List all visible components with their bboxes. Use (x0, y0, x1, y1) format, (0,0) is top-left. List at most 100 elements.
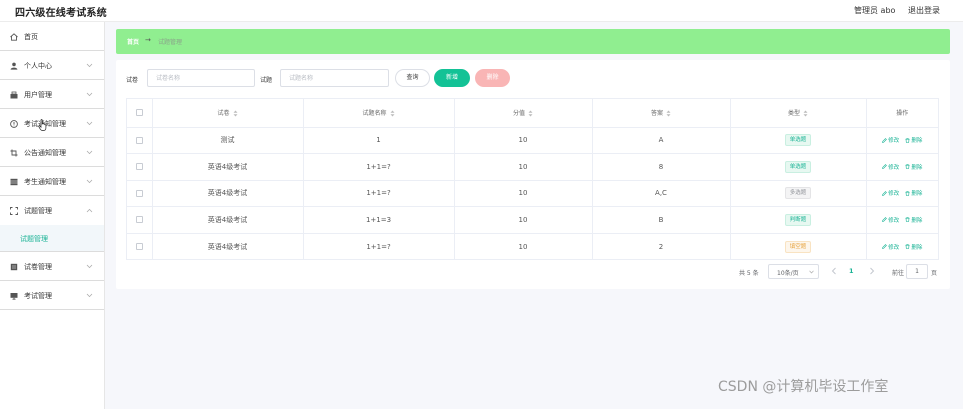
row-checkbox[interactable] (135, 243, 143, 250)
cell-actions: 修改 删除 (866, 153, 938, 181)
edit-button[interactable]: 修改 (882, 216, 899, 224)
question-table: 试卷 试题名称 分值 答案 类型 操作 测试 1 10 A 单选题 修改 删除 … (126, 98, 939, 260)
sidebar-item-label: 首页 (24, 33, 38, 41)
sidebar-item-label: 考生通知管理 (24, 178, 66, 186)
submenu-item-question-management[interactable]: 试题管理 (0, 225, 104, 252)
prev-page-button[interactable] (831, 267, 837, 275)
chevron-down-icon (86, 92, 93, 97)
cell-type: 单选题 (730, 127, 867, 154)
edit-button[interactable]: 修改 (882, 243, 899, 251)
trash-icon (905, 137, 910, 143)
add-button[interactable]: 新增 (434, 69, 470, 87)
cell-question: 1+1=? (303, 233, 455, 260)
select-all-checkbox[interactable] (135, 109, 143, 117)
sidebar-item-candidate-notice[interactable]: 考生通知管理 (0, 167, 104, 196)
column-header-type[interactable]: 类型 (730, 99, 867, 128)
goto-page-input[interactable] (906, 264, 928, 279)
cell-score: 10 (454, 153, 593, 181)
cell-type: 填空题 (730, 233, 867, 260)
app-title: 四六级在线考试系统 (15, 8, 107, 19)
type-badge: 多选题 (784, 187, 812, 200)
edit-button[interactable]: 修改 (882, 163, 899, 171)
cell-paper: 英语4级考试 (152, 206, 304, 234)
page-size-value: 10条/页 (777, 270, 799, 277)
next-page-button[interactable] (869, 267, 875, 275)
sidebar-item-question-management[interactable]: 试题管理 (0, 196, 104, 225)
chevron-down-icon (86, 179, 93, 184)
batch-delete-button[interactable]: 删除 (475, 69, 510, 87)
sort-icon[interactable] (666, 110, 671, 117)
sort-icon[interactable] (528, 110, 533, 117)
cell-actions: 修改 删除 (866, 206, 938, 234)
query-button[interactable]: 查询 (395, 69, 430, 87)
watermark: CSDN @计算机毕设工作室 (718, 379, 889, 395)
edit-icon (882, 137, 887, 143)
type-badge: 单选题 (784, 134, 812, 147)
column-header-answer[interactable]: 答案 (592, 99, 731, 128)
sidebar-item-profile[interactable]: 个人中心 (0, 51, 104, 80)
sidebar-item-exam-notice[interactable]: 考试通知管理 (0, 109, 104, 138)
info-icon (10, 120, 18, 128)
paper-search-input[interactable] (147, 69, 255, 87)
users-icon (10, 91, 18, 99)
sidebar-item-label: 公告通知管理 (24, 149, 66, 157)
chevron-down-icon (86, 264, 93, 269)
trash-icon (905, 244, 910, 249)
cell-type: 判断题 (730, 206, 867, 234)
doc-icon (10, 263, 18, 271)
page-size-select[interactable]: 10条/页 (768, 264, 819, 279)
sidebar-item-users[interactable]: 用户管理 (0, 80, 104, 109)
breadcrumb-home-link[interactable]: 首页 (127, 37, 139, 46)
cell-type: 单选题 (730, 153, 867, 181)
column-header-actions: 操作 (866, 99, 938, 128)
table-header-row: 试卷 试题名称 分值 答案 类型 操作 (127, 99, 938, 128)
logout-link[interactable]: 退出登录 (908, 5, 940, 16)
cell-actions: 修改 删除 (866, 233, 938, 260)
monitor-icon (10, 292, 18, 300)
sidebar: 首页 个人中心 用户管理 考试通知管理 公告通知管理 (0, 22, 105, 409)
sort-icon[interactable] (390, 110, 395, 117)
row-checkbox[interactable] (135, 189, 143, 197)
column-header-question[interactable]: 试题名称 (303, 99, 455, 128)
sidebar-item-home[interactable]: 首页 (0, 22, 104, 51)
chevron-down-icon (809, 270, 814, 274)
delete-button[interactable]: 删除 (905, 136, 922, 144)
cell-score: 10 (454, 233, 593, 260)
submenu-item-label: 试题管理 (20, 235, 48, 243)
edit-button[interactable]: 修改 (882, 136, 899, 144)
column-header-score[interactable]: 分值 (454, 99, 593, 128)
row-checkbox[interactable] (135, 163, 143, 171)
sidebar-item-paper-management[interactable]: 试卷管理 (0, 252, 104, 281)
delete-button[interactable]: 删除 (905, 189, 922, 197)
cell-answer: B (592, 206, 731, 234)
cell-answer: A,C (592, 180, 731, 207)
chevron-up-icon (86, 208, 93, 213)
page-number-current[interactable]: 1 (849, 267, 854, 275)
chevron-down-icon (86, 63, 93, 68)
row-checkbox[interactable] (135, 216, 143, 224)
chevron-down-icon (86, 121, 93, 126)
sort-icon[interactable] (803, 110, 808, 117)
row-checkbox[interactable] (135, 136, 143, 144)
cell-question: 1+1=? (303, 180, 455, 207)
table-row: 英语4级考试 1+1=3 10 B 判断题 修改 删除 (127, 206, 938, 234)
goto-suffix: 页 (931, 270, 938, 277)
question-search-input[interactable] (280, 69, 389, 87)
delete-button[interactable]: 删除 (905, 163, 922, 171)
grid-icon (10, 178, 18, 186)
cell-actions: 修改 删除 (866, 127, 938, 154)
trash-icon (905, 217, 910, 223)
question-filter-label: 试题 (260, 77, 273, 84)
table-row: 英语4级考试 1+1=? 10 2 填空题 修改 删除 (127, 233, 938, 260)
sidebar-item-announcement[interactable]: 公告通知管理 (0, 138, 104, 167)
edit-button[interactable]: 修改 (882, 189, 899, 197)
delete-button[interactable]: 删除 (905, 216, 922, 224)
table-row: 测试 1 10 A 单选题 修改 删除 (127, 127, 938, 154)
sort-icon[interactable] (233, 110, 238, 117)
delete-button[interactable]: 删除 (905, 243, 922, 251)
column-header-paper[interactable]: 试卷 (152, 99, 304, 128)
cell-score: 10 (454, 206, 593, 234)
table-row: 英语4级考试 1+1=? 10 8 单选题 修改 删除 (127, 153, 938, 181)
sidebar-item-exam-management[interactable]: 考试管理 (0, 281, 104, 310)
cell-paper: 英语4级考试 (152, 233, 304, 260)
